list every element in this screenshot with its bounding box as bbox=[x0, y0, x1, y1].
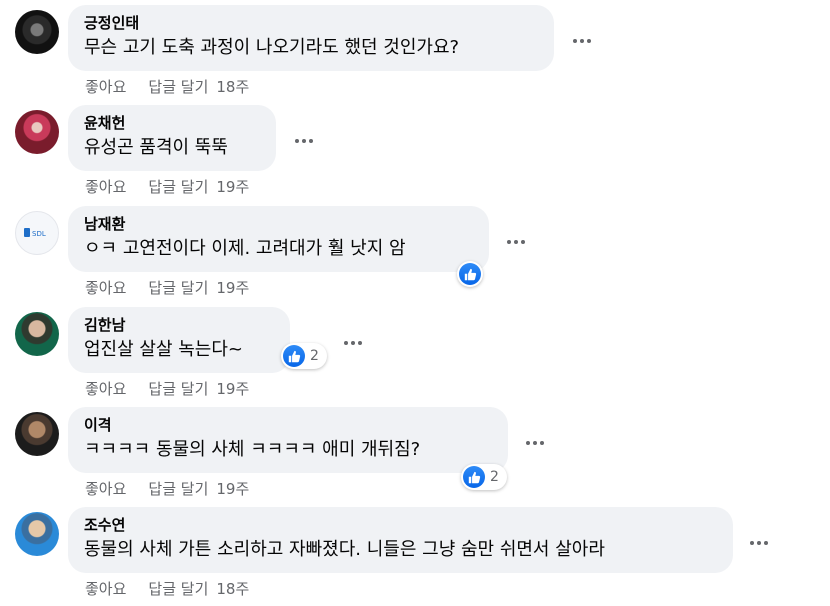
like-button[interactable]: 좋아요 bbox=[85, 479, 126, 499]
more-options-icon[interactable] bbox=[568, 31, 596, 51]
avatar[interactable] bbox=[15, 512, 59, 556]
comment-text: 유성곤 품격이 뚝뚝 bbox=[84, 137, 228, 158]
comment-bubble: 김한남 업진살 살살 녹는다~ bbox=[68, 307, 290, 373]
more-options-icon[interactable] bbox=[290, 131, 318, 151]
comment-bubble: 윤채헌 유성곤 품격이 뚝뚝 bbox=[68, 105, 276, 171]
comment-time[interactable]: 19주 bbox=[216, 177, 249, 197]
comment-author[interactable]: 긍정인태 bbox=[84, 13, 538, 33]
like-button[interactable]: 좋아요 bbox=[85, 579, 126, 599]
comment-author[interactable]: 윤채헌 bbox=[84, 113, 260, 133]
comment-item: 이격 ㅋㅋㅋㅋ 동물의 사체 ㅋㅋㅋㅋ 애미 개뒤짐? 2 좋아요 답글 달기 … bbox=[0, 407, 830, 507]
comment-bubble: 긍정인태 무슨 고기 도축 과정이 나오기라도 했던 것인가요? bbox=[68, 5, 554, 71]
like-icon bbox=[283, 345, 305, 367]
comment-time[interactable]: 18주 bbox=[216, 77, 249, 97]
like-icon bbox=[459, 263, 481, 285]
comment-text: 무슨 고기 도축 과정이 나오기라도 했던 것인가요? bbox=[84, 37, 460, 58]
like-button[interactable]: 좋아요 bbox=[85, 379, 126, 399]
reply-button[interactable]: 답글 달기 bbox=[148, 177, 208, 197]
comment-item: 조수연 동물의 사체 가튼 소리하고 자빠졌다. 니들은 그냥 숨만 쉬면서 살… bbox=[0, 507, 830, 606]
comment-text: ㅇㅋ 고연전이다 이제. 고려대가 훨 낫지 암 bbox=[84, 238, 406, 259]
comment-actions: 좋아요 답글 달기 19주 bbox=[85, 278, 249, 298]
comment-item: SDL 남재환 ㅇㅋ 고연전이다 이제. 고려대가 훨 낫지 암 좋아요 답글 … bbox=[0, 206, 830, 306]
avatar[interactable] bbox=[15, 312, 59, 356]
reply-button[interactable]: 답글 달기 bbox=[148, 379, 208, 399]
comment-bubble: 이격 ㅋㅋㅋㅋ 동물의 사체 ㅋㅋㅋㅋ 애미 개뒤짐? bbox=[68, 407, 508, 473]
reply-button[interactable]: 답글 달기 bbox=[148, 579, 208, 599]
avatar[interactable] bbox=[15, 412, 59, 456]
avatar[interactable] bbox=[15, 110, 59, 154]
reaction-count: 2 bbox=[310, 348, 319, 364]
like-button[interactable]: 좋아요 bbox=[85, 77, 126, 97]
comment-bubble: 남재환 ㅇㅋ 고연전이다 이제. 고려대가 훨 낫지 암 bbox=[68, 206, 489, 272]
comment-author[interactable]: 이격 bbox=[84, 415, 492, 435]
reply-button[interactable]: 답글 달기 bbox=[148, 77, 208, 97]
more-options-icon[interactable] bbox=[339, 333, 367, 353]
comment-author[interactable]: 김한남 bbox=[84, 315, 274, 335]
comment-actions: 좋아요 답글 달기 18주 bbox=[85, 579, 249, 599]
comment-item: 김한남 업진살 살살 녹는다~ 2 좋아요 답글 달기 19주 bbox=[0, 307, 830, 407]
svg-text:SDL: SDL bbox=[32, 230, 46, 238]
like-icon bbox=[463, 466, 485, 488]
sdl-logo-icon: SDL bbox=[24, 228, 46, 238]
comment-bubble: 조수연 동물의 사체 가튼 소리하고 자빠졌다. 니들은 그냥 숨만 쉬면서 살… bbox=[68, 507, 733, 573]
avatar[interactable] bbox=[15, 10, 59, 54]
comment-actions: 좋아요 답글 달기 18주 bbox=[85, 77, 249, 97]
like-button[interactable]: 좋아요 bbox=[85, 278, 126, 298]
comment-time[interactable]: 19주 bbox=[216, 479, 249, 499]
reply-button[interactable]: 답글 달기 bbox=[148, 479, 208, 499]
reply-button[interactable]: 답글 달기 bbox=[148, 278, 208, 298]
comment-actions: 좋아요 답글 달기 19주 bbox=[85, 379, 249, 399]
comment-time[interactable]: 19주 bbox=[216, 278, 249, 298]
reaction-count: 2 bbox=[490, 469, 499, 485]
comment-list: 긍정인태 무슨 고기 도축 과정이 나오기라도 했던 것인가요? 좋아요 답글 … bbox=[0, 0, 830, 606]
reaction-summary[interactable]: 2 bbox=[461, 464, 507, 490]
like-button[interactable]: 좋아요 bbox=[85, 177, 126, 197]
reaction-summary[interactable]: 2 bbox=[281, 343, 327, 369]
comment-item: 긍정인태 무슨 고기 도축 과정이 나오기라도 했던 것인가요? 좋아요 답글 … bbox=[0, 5, 830, 105]
more-options-icon[interactable] bbox=[521, 433, 549, 453]
comment-actions: 좋아요 답글 달기 19주 bbox=[85, 479, 249, 499]
comment-actions: 좋아요 답글 달기 19주 bbox=[85, 177, 249, 197]
reaction-summary[interactable] bbox=[457, 261, 483, 287]
comment-text: 업진살 살살 녹는다~ bbox=[84, 339, 244, 360]
more-options-icon[interactable] bbox=[745, 533, 773, 553]
comment-item: 윤채헌 유성곤 품격이 뚝뚝 좋아요 답글 달기 19주 bbox=[0, 105, 830, 205]
comment-text: 동물의 사체 가튼 소리하고 자빠졌다. 니들은 그냥 숨만 쉬면서 살아라 bbox=[84, 539, 605, 560]
comment-time[interactable]: 18주 bbox=[216, 579, 249, 599]
avatar[interactable]: SDL bbox=[15, 211, 59, 255]
comment-time[interactable]: 19주 bbox=[216, 379, 249, 399]
comment-author[interactable]: 조수연 bbox=[84, 515, 717, 535]
comment-text: ㅋㅋㅋㅋ 동물의 사체 ㅋㅋㅋㅋ 애미 개뒤짐? bbox=[84, 439, 421, 460]
comment-author[interactable]: 남재환 bbox=[84, 214, 473, 234]
more-options-icon[interactable] bbox=[502, 232, 530, 252]
